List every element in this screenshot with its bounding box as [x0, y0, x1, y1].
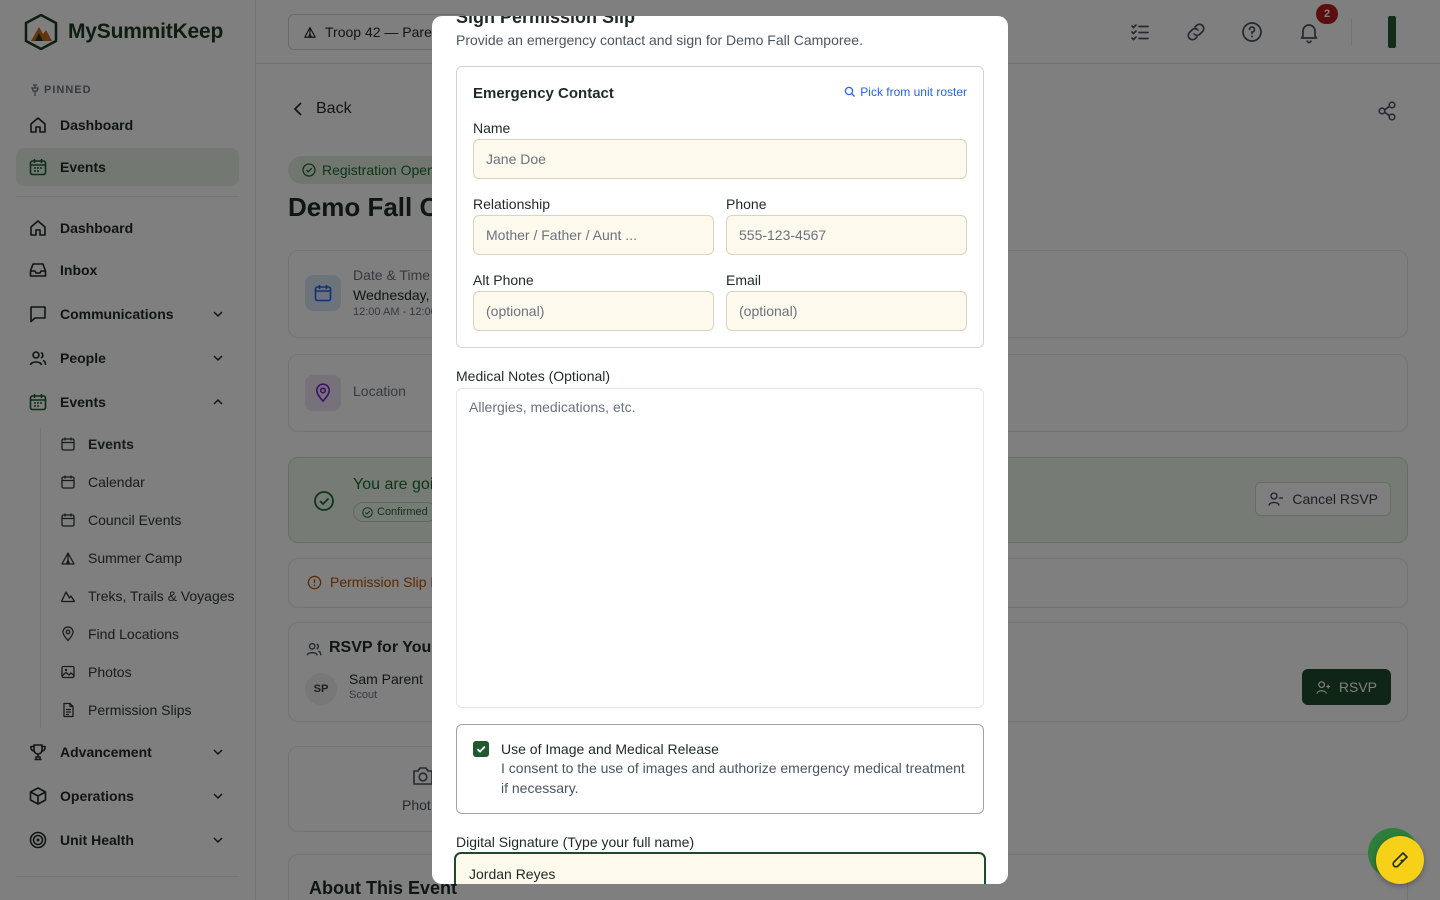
alt-phone-label: Alt Phone [473, 272, 534, 288]
release-text: I consent to the use of images and autho… [501, 760, 965, 796]
test-tube-icon [1392, 852, 1408, 868]
devtools-fab[interactable] [1376, 836, 1424, 884]
signature-input[interactable] [454, 852, 986, 884]
email-input[interactable] [726, 291, 967, 331]
modal-content: Sign Permission Slip Provide an emergenc… [432, 16, 1008, 884]
relationship-input[interactable] [473, 215, 714, 255]
relationship-label: Relationship [473, 196, 551, 212]
phone-label: Phone [726, 196, 767, 212]
signature-label: Digital Signature (Type your full name) [456, 834, 695, 850]
medical-notes-textarea[interactable] [456, 388, 984, 708]
name-label: Name [473, 120, 511, 136]
contact-name-input[interactable] [473, 139, 967, 179]
pick-from-roster-label: Pick from unit roster [860, 85, 967, 99]
release-checkbox[interactable] [473, 741, 489, 757]
emergency-contact-section: Emergency Contact Pick from unit roster … [456, 66, 984, 348]
pick-from-roster-link[interactable]: Pick from unit roster [844, 85, 967, 99]
permission-slip-modal: Sign Permission Slip Provide an emergenc… [432, 16, 1008, 884]
modal-title: Sign Permission Slip [456, 16, 636, 27]
medical-notes-label: Medical Notes (Optional) [456, 368, 611, 384]
modal-description: Provide an emergency contact and sign fo… [456, 32, 863, 48]
email-label: Email [726, 272, 762, 288]
phone-input[interactable] [726, 215, 967, 255]
release-title: Use of Image and Medical Release [501, 741, 719, 757]
emergency-contact-title: Emergency Contact [473, 85, 614, 102]
search-icon [845, 86, 856, 97]
checkmark-icon [476, 745, 486, 753]
alt-phone-input[interactable] [473, 291, 714, 331]
release-consent-section: Use of Image and Medical Release I conse… [456, 724, 984, 814]
